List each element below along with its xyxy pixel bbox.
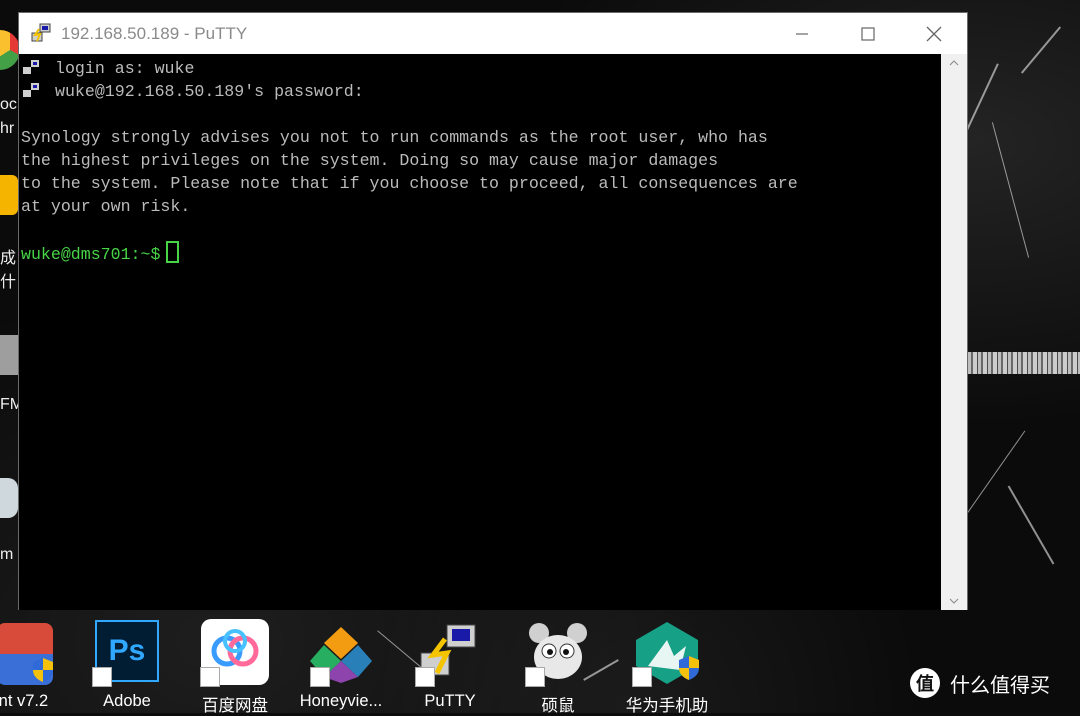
putty-key-icon — [23, 60, 39, 74]
desktop-fragment-label: FM — [0, 396, 20, 413]
desktop-fragment-label: hr — [0, 120, 15, 137]
icon-label: 百度网盘 — [202, 697, 268, 715]
desktop-icon-putty[interactable]: PuTTY — [405, 617, 495, 713]
minimize-button[interactable] — [779, 13, 825, 54]
terminal-area[interactable]: login as: wuke wuke@192.168.50.189's pas… — [19, 54, 941, 610]
terminal-line: wuke@192.168.50.189's password: — [55, 82, 364, 101]
maximize-icon — [861, 26, 875, 41]
shortcut-arrow-icon — [525, 667, 545, 687]
uac-shield-icon — [679, 656, 699, 680]
watermark: 值 什么值得买 — [910, 668, 1050, 698]
desktop-fragment-label: oc — [0, 96, 17, 113]
desktop-icon-adobe[interactable]: Ps Adobe — [82, 617, 172, 713]
terminal-line: Synology strongly advises you not to run… — [21, 128, 768, 147]
desktop-fragment-label: 什 — [0, 274, 17, 291]
terminal-line: the highest privileges on the system. Do… — [21, 151, 719, 170]
close-icon — [926, 26, 942, 41]
putty-icon — [31, 23, 51, 42]
icon-label: Honeyvie... — [299, 692, 383, 710]
window-title: 192.168.50.189 - PuTTY — [61, 24, 248, 43]
icon-label: Adobe — [103, 692, 151, 710]
terminal-line: login as: wuke — [55, 59, 195, 78]
prompt-line[interactable]: wuke@dms701:~$ — [21, 241, 180, 264]
icon-label: 硕鼠 — [541, 697, 575, 715]
text-cursor — [166, 241, 180, 263]
app-icon-fragment[interactable] — [0, 175, 18, 215]
scroll-up-button[interactable] — [941, 54, 967, 72]
putty-key-icon — [23, 83, 39, 97]
vertical-scrollbar[interactable] — [941, 54, 967, 610]
chevron-down-icon — [949, 598, 959, 604]
scroll-down-button[interactable] — [941, 592, 967, 610]
shortcut-arrow-icon — [415, 667, 435, 687]
shortcut-arrow-icon — [200, 667, 220, 687]
scroll-track[interactable] — [947, 74, 961, 590]
shell-prompt: wuke@dms701:~$ — [21, 245, 161, 264]
terminal-line: at your own risk. — [21, 197, 191, 216]
shortcut-arrow-icon — [310, 667, 330, 687]
maximize-button[interactable] — [845, 13, 891, 54]
shortcut-arrow-icon — [92, 667, 112, 687]
uac-shield-icon — [33, 658, 53, 682]
icon-label: aint v7.2 — [0, 692, 49, 710]
desktop-icon-huawei[interactable]: 华为手机助 — [622, 617, 712, 715]
minimize-icon — [796, 32, 808, 35]
desktop-icon-paint[interactable]: aint v7.2 — [0, 617, 62, 713]
desktop-icon-shuoshu[interactable]: 硕鼠 — [513, 617, 603, 715]
icon-label: PuTTY — [424, 692, 476, 710]
icon-label: 华为手机助 — [625, 697, 709, 715]
putty-window[interactable]: 192.168.50.189 - PuTTY login as: wuke wu… — [18, 12, 968, 610]
watermark-text: 什么值得买 — [950, 672, 1050, 697]
close-button[interactable] — [911, 13, 957, 54]
desktop-icon-honeyview[interactable]: Honeyvie... — [296, 617, 386, 713]
desktop-icon-baidu[interactable]: 百度网盘 — [190, 617, 280, 715]
desktop-fragment-label: m — [0, 546, 14, 563]
desktop-texture-band — [968, 352, 1080, 374]
chevron-up-icon — [949, 60, 959, 66]
desktop-fragment-label: 成 — [0, 250, 17, 267]
app-icon-fragment[interactable] — [0, 335, 18, 375]
title-bar[interactable]: 192.168.50.189 - PuTTY — [19, 13, 967, 54]
app-icon-fragment[interactable] — [0, 478, 18, 518]
terminal-line: to the system. Please note that if you c… — [21, 174, 798, 193]
shortcut-arrow-icon — [632, 667, 652, 687]
watermark-badge: 值 — [910, 668, 940, 698]
